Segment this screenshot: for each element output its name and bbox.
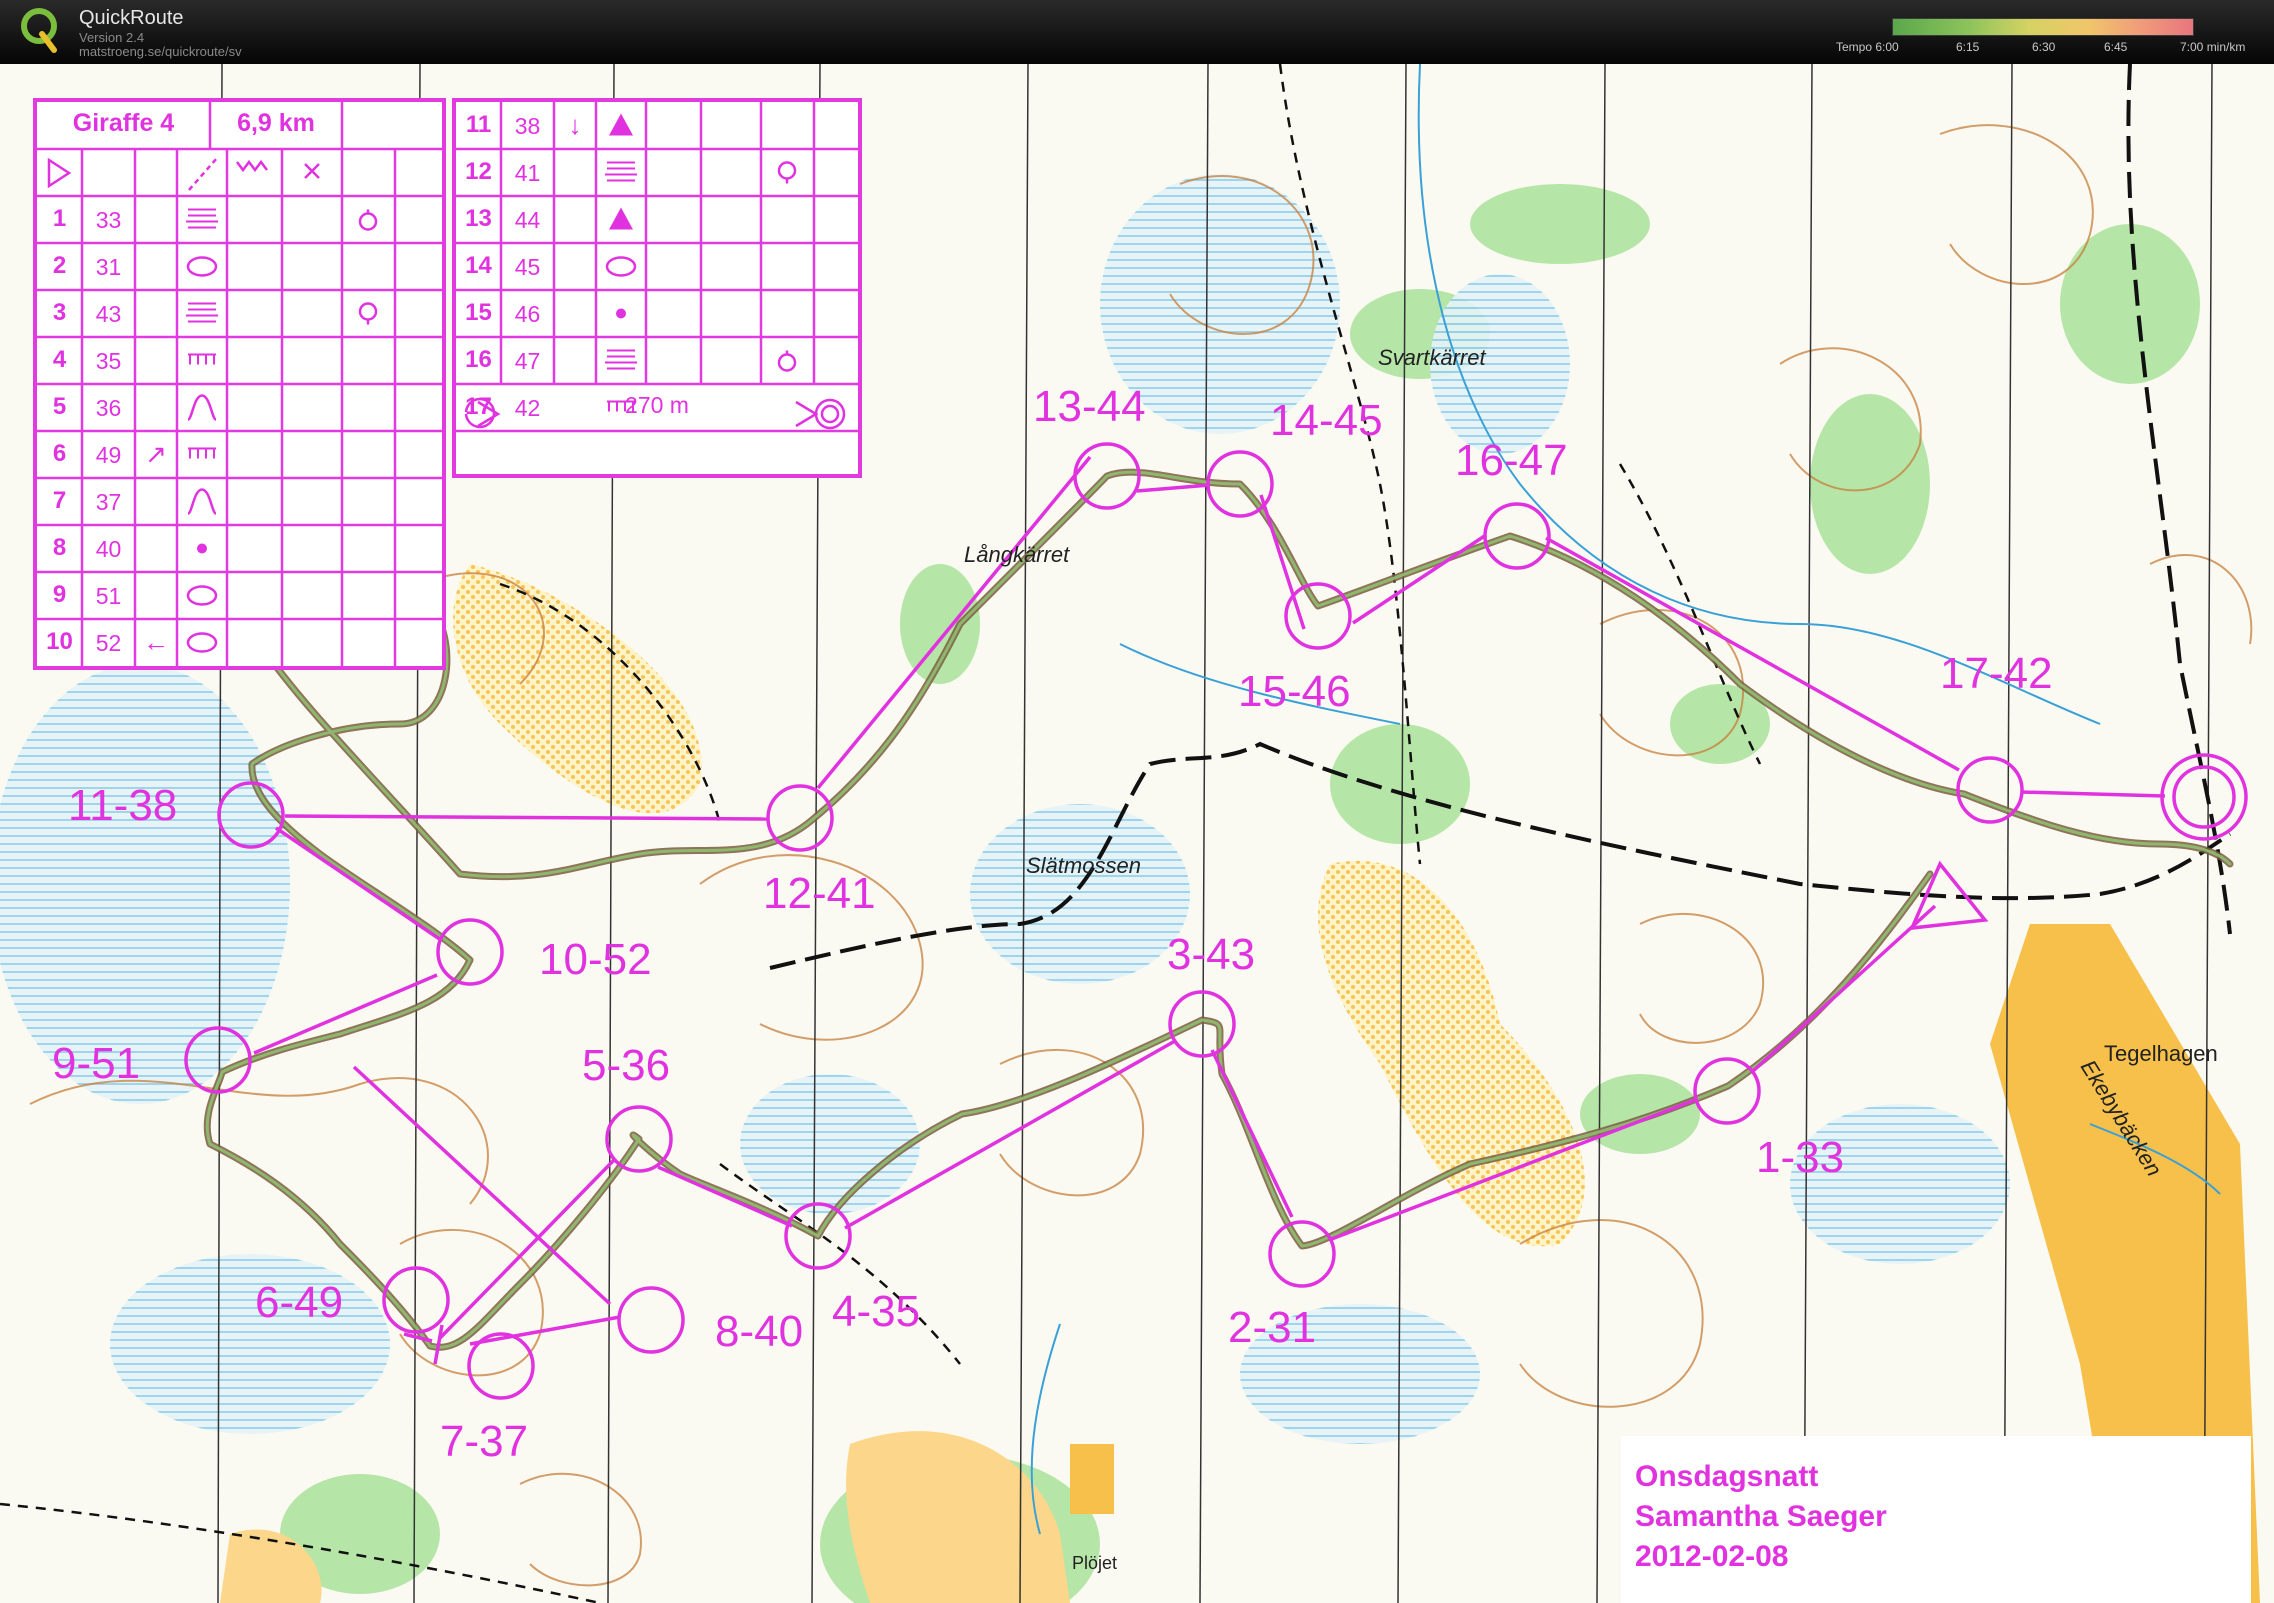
control-code: 35 [95, 348, 122, 374]
control-code: 46 [514, 301, 541, 327]
place-name: Långkärret [964, 542, 1070, 567]
control-number: 11 [465, 111, 492, 138]
control-code: 31 [95, 254, 122, 280]
orienteering-map[interactable]: 1-33 2-31 3-43 4-35 5-36 6-49 7-37 8-40 … [0, 64, 2274, 1603]
tempo-label: 7:00 min/km [2180, 40, 2246, 54]
control-number: 8 [52, 534, 67, 561]
map-signature-box: Onsdagsnatt Samantha Saeger 2012-02-08 [1621, 1436, 2251, 1603]
control-label: 13-44 [1033, 382, 1146, 431]
tempo-label: 6:15 [1956, 40, 1980, 54]
control-number: 12 [465, 158, 492, 185]
control-number: 2 [52, 252, 67, 279]
title-bar: QuickRoute Version 2.4 matstroeng.se/qui… [0, 0, 2274, 64]
control-label: 10-52 [539, 935, 652, 984]
event-name: Onsdagsnatt [1635, 1460, 1819, 1493]
control-label: 2-31 [1228, 1303, 1316, 1352]
tempo-label: 6:30 [2032, 40, 2056, 54]
description-grid [37, 102, 442, 666]
place-name: Slätmossen [1026, 853, 1141, 878]
tempo-color-scale [1892, 18, 2194, 36]
control-label: 14-45 [1270, 396, 1383, 445]
control-code: 41 [514, 160, 541, 186]
control-label: 3-43 [1167, 930, 1255, 979]
control-code: 42 [514, 395, 541, 421]
control-code: 43 [95, 301, 122, 327]
control-code: 33 [95, 207, 122, 233]
control-label: 16-47 [1455, 436, 1568, 485]
control-label: 17-42 [1940, 649, 2053, 698]
direction-arrow-icon: ↗ [145, 439, 167, 469]
direction-arrow-icon: ↓ [568, 110, 582, 140]
control-code: 36 [95, 395, 122, 421]
place-name: Svartkärret [1378, 345, 1486, 370]
course-name: Giraffe 4 [72, 109, 175, 137]
control-number: 13 [465, 205, 492, 232]
control-number: 3 [52, 299, 67, 326]
control-label: 11-38 [68, 781, 177, 830]
control-label: 4-35 [832, 1287, 920, 1336]
course-length: 6,9 km [237, 109, 315, 137]
app-version: Version 2.4 [79, 30, 145, 45]
quickroute-logo-icon [21, 8, 57, 53]
direction-arrow-icon: ← [143, 627, 169, 657]
control-code: 52 [95, 630, 122, 656]
tempo-label: 6:45 [2104, 40, 2128, 54]
control-label: 8-40 [715, 1307, 803, 1356]
control-label: 6-49 [255, 1278, 343, 1327]
finish-inner-circle [2172, 765, 2236, 829]
control-description-sheet-left: Giraffe 4 6,9 km 1 33 2 31 3 43 4 35 5 36 6 49 ↗ 7 37 8… [33, 98, 446, 670]
control-label: 9-51 [52, 1039, 140, 1088]
tempo-label: Tempo 6:00 [1836, 40, 1899, 54]
runner-name: Samantha Saeger [1635, 1500, 1887, 1533]
event-date: 2012-02-08 [1635, 1540, 1789, 1573]
control-label: 15-46 [1238, 667, 1351, 716]
control-number: 14 [465, 252, 492, 279]
control-number: 17 [465, 393, 492, 420]
control-label: 12-41 [763, 869, 876, 918]
diagonal-line-icon [188, 157, 218, 191]
control-label: 5-36 [582, 1041, 670, 1090]
control-number: 6 [52, 440, 67, 467]
control-number: 9 [52, 581, 67, 608]
start-triangle-icon [47, 157, 72, 189]
cross-icon [304, 163, 320, 179]
control-label: 1-33 [1756, 1133, 1844, 1182]
control-code: 49 [95, 442, 122, 468]
control-label: 7-37 [440, 1417, 528, 1466]
control-code: 40 [95, 536, 122, 562]
control-code: 45 [514, 254, 541, 280]
control-code: 44 [514, 207, 541, 233]
control-number: 10 [46, 628, 73, 655]
zigzag-icon [236, 159, 268, 173]
place-name: Tegelhagen [2104, 1041, 2218, 1066]
control-number: 16 [465, 346, 492, 373]
control-description-sheet-right: 270 m 11 38 ↓ 12 41 13 44 14 45 15 46 16 47 17 42 [452, 98, 862, 478]
control-number: 7 [52, 487, 67, 514]
control-code: 37 [95, 489, 122, 515]
control-number: 4 [52, 346, 67, 373]
app-url: matstroeng.se/quickroute/sv [79, 44, 242, 59]
place-name: Plöjet [1072, 1553, 1117, 1573]
app-name: QuickRoute [79, 7, 184, 29]
control-number: 1 [52, 205, 67, 232]
control-code: 38 [514, 113, 541, 139]
control-code: 47 [514, 348, 541, 374]
control-number: 5 [52, 393, 67, 420]
control-number: 15 [465, 299, 492, 326]
control-code: 51 [95, 583, 122, 609]
